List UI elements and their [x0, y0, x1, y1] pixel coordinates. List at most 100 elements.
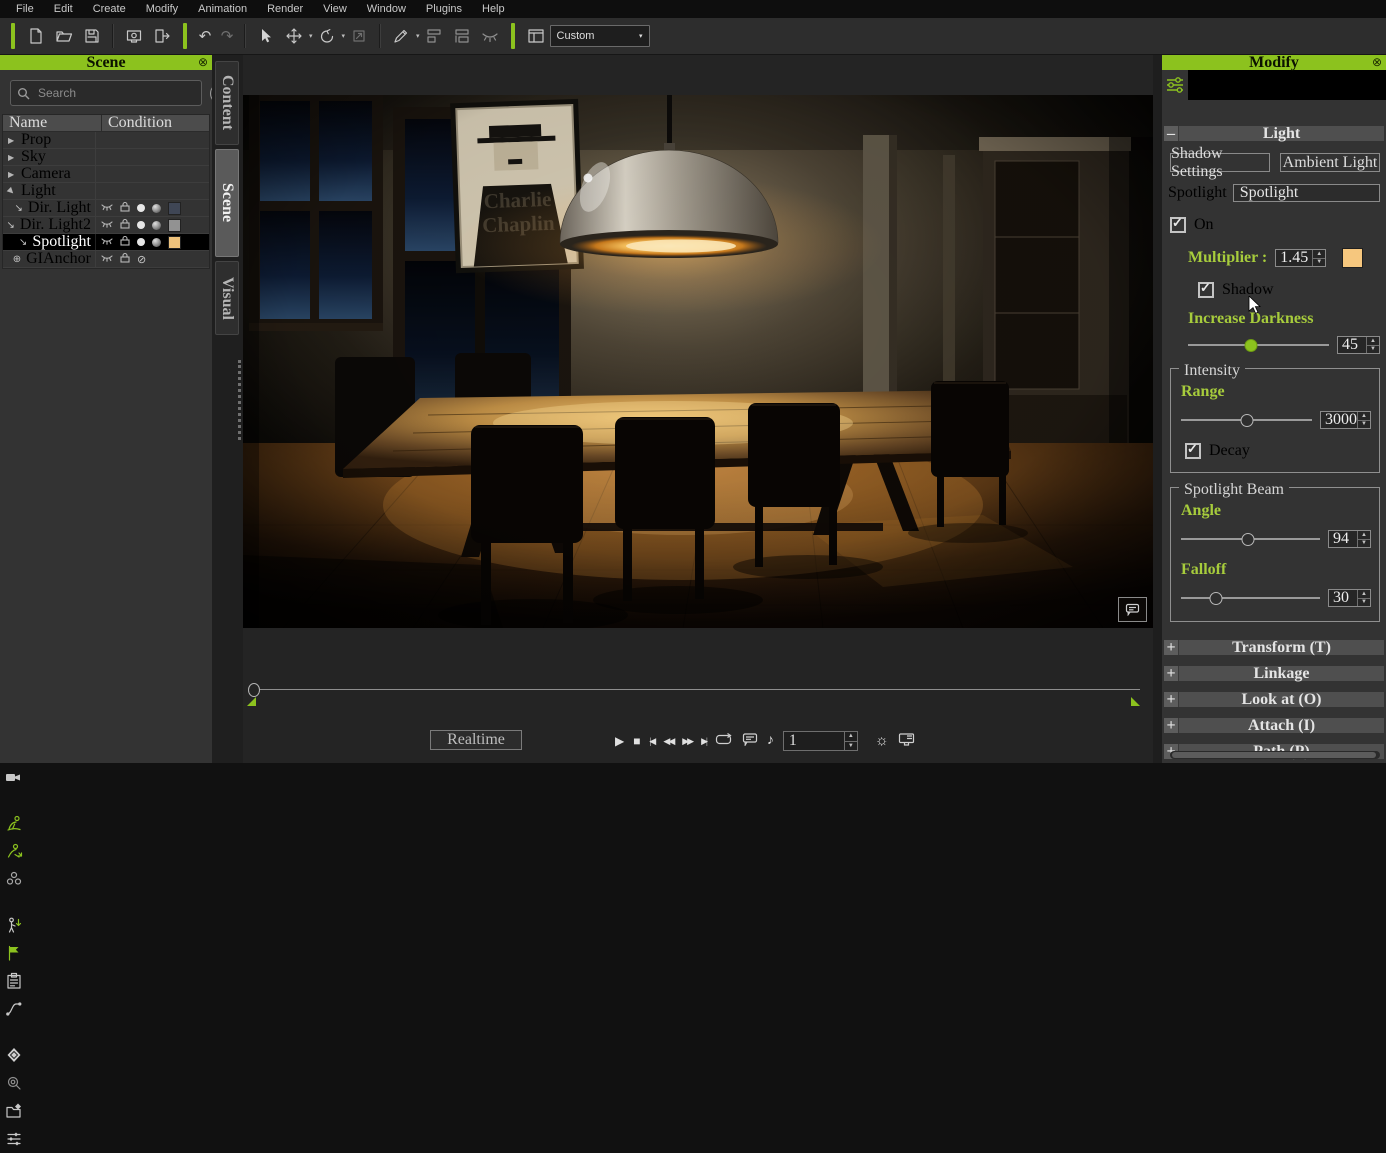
falloff-field[interactable]: 30 ▲▼ — [1328, 589, 1371, 607]
light-section-header[interactable]: – Light — [1164, 126, 1384, 141]
menu-help[interactable]: Help — [472, 3, 515, 15]
tree-row-camera[interactable]: ▶Camera — [3, 166, 209, 183]
shadow-sphere-icon[interactable] — [152, 204, 161, 213]
decay-checkbox[interactable] — [1185, 443, 1201, 459]
expander-icon[interactable]: ▶ — [8, 136, 16, 145]
edit-motion-icon[interactable] — [2, 837, 26, 865]
custom-view-dropdown[interactable]: Custom▾ — [550, 25, 650, 47]
modify-panel-close-icon[interactable]: ⊗ — [1372, 55, 1382, 70]
spin-down-icon[interactable]: ▼ — [1313, 259, 1325, 267]
reach-target-icon[interactable] — [2, 911, 26, 939]
multiplier-value[interactable]: 1.45 — [1276, 250, 1312, 266]
shadow-settings-button[interactable]: Shadow Settings — [1170, 153, 1270, 172]
align-to-ground-icon[interactable] — [450, 22, 474, 50]
expander-open-icon[interactable]: ▶ — [6, 185, 18, 197]
range-value[interactable]: 3000 — [1321, 412, 1357, 428]
expand-plus-icon[interactable]: + — [1164, 640, 1179, 655]
lock-icon[interactable] — [120, 233, 130, 251]
scale-tool-icon[interactable] — [347, 22, 371, 50]
frame-spinner[interactable]: ▲▼ — [844, 732, 857, 750]
edit-pose-icon[interactable] — [2, 809, 26, 837]
expander-icon[interactable]: ▶ — [8, 170, 16, 179]
camera-icon[interactable] — [2, 763, 26, 791]
collapse-minus-icon[interactable]: – — [1164, 126, 1179, 141]
multiplier-field[interactable]: 1.45 ▲▼ — [1275, 249, 1326, 267]
menu-modify[interactable]: Modify — [136, 3, 188, 15]
right-panel-divider[interactable] — [1153, 55, 1162, 763]
column-name[interactable]: Name — [3, 115, 102, 131]
set-flag-icon[interactable] — [2, 939, 26, 967]
visibility-eye-icon[interactable] — [101, 199, 113, 217]
modify-horizontal-scrollbar[interactable] — [1170, 751, 1380, 759]
expand-plus-icon[interactable]: + — [1164, 666, 1179, 681]
go-to-end-icon[interactable]: ▶| — [701, 737, 706, 746]
panel-splitter-handle[interactable] — [238, 360, 241, 440]
light-color-swatch[interactable] — [1342, 248, 1363, 268]
column-condition[interactable]: Condition — [102, 115, 209, 131]
loop-icon[interactable] — [715, 732, 733, 751]
expand-plus-icon[interactable]: + — [1164, 718, 1179, 733]
angle-value[interactable]: 94 — [1329, 531, 1357, 547]
new-project-icon[interactable] — [24, 22, 48, 50]
spin-up-icon[interactable]: ▲ — [845, 732, 857, 742]
lock-icon[interactable] — [120, 250, 130, 268]
angle-knob[interactable] — [1241, 533, 1254, 546]
scrollbar-handle[interactable] — [1172, 752, 1376, 758]
light-color-swatch[interactable] — [168, 236, 181, 249]
lock-icon[interactable] — [120, 216, 130, 234]
shadow-sphere-icon[interactable] — [152, 221, 161, 230]
falloff-slider[interactable] — [1181, 591, 1320, 605]
open-project-icon[interactable] — [52, 22, 76, 50]
light-color-swatch[interactable] — [168, 202, 181, 215]
ambient-light-button[interactable]: Ambient Light — [1280, 153, 1380, 172]
motion-curve-icon[interactable] — [2, 995, 26, 1023]
render-dot-icon[interactable] — [137, 238, 145, 246]
pen-link-caret[interactable]: ▾ — [416, 32, 420, 40]
tree-row-dir-light2[interactable]: ↘Dir. Light2 — [3, 217, 209, 234]
go-to-start-icon[interactable]: |◀ — [649, 737, 654, 746]
visibility-eye-icon[interactable] — [101, 233, 113, 251]
tree-row-light-group[interactable]: ▶Light — [3, 183, 209, 200]
viewport-3d[interactable]: Charlie Chaplin — [243, 95, 1153, 628]
menu-render[interactable]: Render — [257, 3, 313, 15]
tree-row-sky[interactable]: ▶Sky — [3, 149, 209, 166]
no-render-icon[interactable]: ⊘ — [137, 253, 146, 266]
expand-plus-icon[interactable]: + — [1164, 692, 1179, 707]
zoom-object-icon[interactable] — [2, 1069, 26, 1097]
spin-down-icon[interactable]: ▼ — [1358, 540, 1370, 548]
linkage-section-header[interactable]: + Linkage — [1164, 666, 1384, 681]
tab-visual[interactable]: Visual — [215, 261, 239, 335]
multiplier-spinner[interactable]: ▲▼ — [1312, 250, 1325, 266]
play-icon[interactable]: ▶ — [615, 735, 624, 747]
rotate-tool-caret[interactable]: ▾ — [342, 32, 346, 40]
shadow-sphere-icon[interactable] — [152, 238, 161, 247]
lock-icon[interactable] — [120, 199, 130, 217]
render-settings-icon[interactable]: ☼ — [875, 734, 889, 749]
visibility-eye-icon[interactable] — [101, 216, 113, 234]
timeline-track[interactable] — [250, 689, 1140, 690]
select-tool-icon[interactable] — [254, 22, 278, 50]
export-icon[interactable] — [150, 22, 174, 50]
falloff-spinner[interactable]: ▲▼ — [1357, 590, 1370, 606]
spin-down-icon[interactable]: ▼ — [1358, 421, 1370, 429]
modify-attributes-tab[interactable] — [1162, 70, 1188, 100]
hide-object-icon[interactable] — [478, 22, 502, 50]
tab-scene[interactable]: Scene — [215, 149, 239, 257]
range-slider[interactable] — [1181, 413, 1312, 427]
menu-edit[interactable]: Edit — [44, 3, 83, 15]
menu-file[interactable]: File — [6, 3, 44, 15]
align-object-icon[interactable] — [422, 22, 446, 50]
spin-down-icon[interactable]: ▼ — [1367, 346, 1379, 354]
next-frame-icon[interactable]: ▶▶ — [682, 737, 692, 746]
tab-content[interactable]: Content — [215, 61, 239, 145]
increase-darkness-value[interactable]: 45 — [1338, 337, 1366, 353]
shadow-checkbox[interactable] — [1198, 282, 1214, 298]
realtime-button[interactable]: Realtime — [430, 730, 522, 750]
redo-icon[interactable]: ↷ — [216, 29, 238, 44]
spin-up-icon[interactable]: ▲ — [1358, 531, 1370, 540]
menu-create[interactable]: Create — [83, 3, 136, 15]
tree-row-prop[interactable]: ▶Prop — [3, 132, 209, 149]
on-checkbox[interactable] — [1170, 217, 1186, 233]
render-dot-icon[interactable] — [137, 204, 145, 212]
edit-mesh-diamond-icon[interactable] — [2, 1041, 26, 1069]
